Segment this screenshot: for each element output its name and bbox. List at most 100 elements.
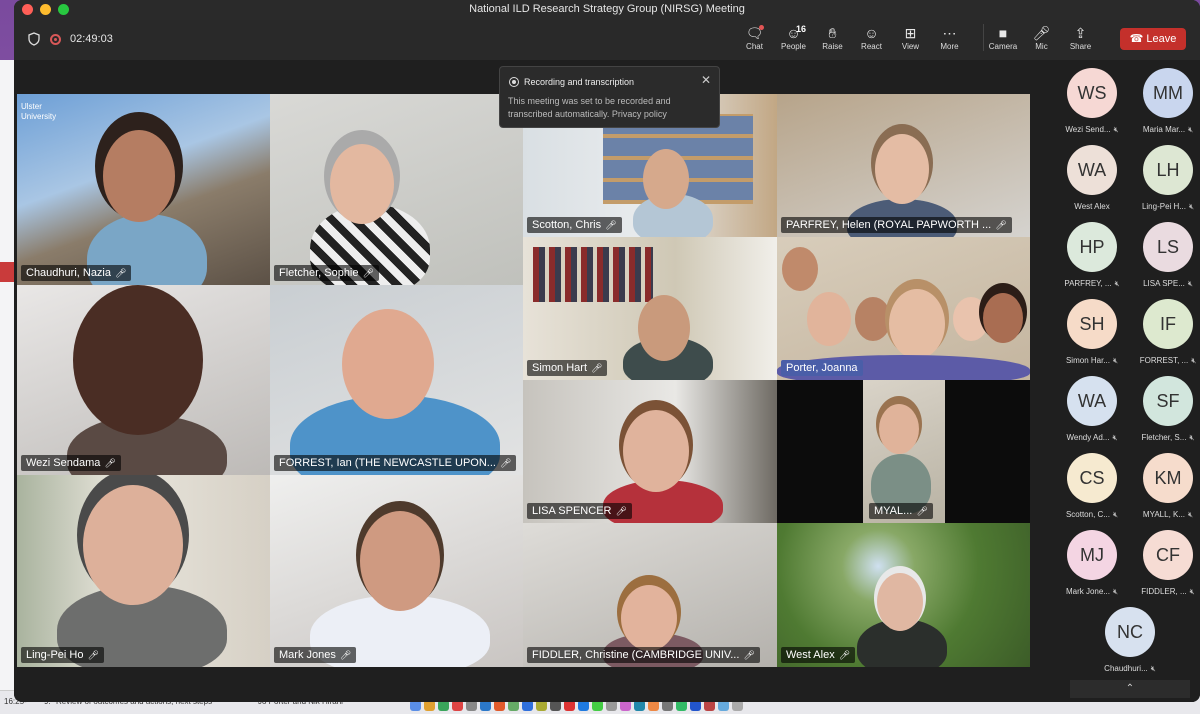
tile-name-label: PARFREY, Helen (ROYAL PAPWORTH ... 🎤︎	[781, 217, 1012, 233]
chat-icon: 🗨︎	[745, 25, 764, 41]
participant-avatar[interactable]: HP PARFREY, ... 🔇︎	[1054, 222, 1130, 289]
recording-notification: Recording and transcription ✕ This meeti…	[499, 66, 720, 128]
chevron-up-icon: ⌃	[1125, 683, 1135, 694]
participant-avatar[interactable]: IF FORREST, ... 🔇︎	[1130, 299, 1200, 366]
video-tile[interactable]: PARFREY, Helen (ROYAL PAPWORTH ... 🎤︎	[777, 94, 1030, 237]
chat-button[interactable]: 🗨︎ Chat	[735, 24, 774, 51]
participant-avatar[interactable]: MJ Mark Jone... 🔇︎	[1054, 530, 1130, 597]
meeting-toolbar: 02:49:03 🗨︎ Chat ☺ 16 People ✋︎ Raise ☺ R…	[14, 20, 1200, 60]
participant-avatar[interactable]: SF Fletcher, S... 🔇︎	[1130, 376, 1200, 443]
notification-body: This meeting was set to be recorded and …	[508, 96, 671, 119]
mic-icon: 🎤︎	[362, 268, 374, 278]
mic-icon: 🎤︎	[1032, 25, 1051, 41]
participant-face	[638, 295, 690, 361]
participant-avatar[interactable]: WA Wendy Ad... 🔇︎	[1054, 376, 1130, 443]
chat-unread-dot	[759, 25, 764, 30]
video-tile[interactable]: West Alex 🎤︎	[777, 523, 1030, 667]
participant-roster: WS Wezi Send... 🔇︎ MM Maria Mar... 🔇︎ WA West…	[1034, 60, 1200, 702]
participant-face	[782, 247, 818, 291]
mic-icon: 🎤︎	[591, 363, 603, 373]
avatar-circle: SH	[1067, 299, 1117, 349]
close-icon[interactable]: ✕	[701, 73, 711, 87]
participant-avatar[interactable]: LS LISA SPE... 🔇︎	[1130, 222, 1200, 289]
tile-name-label: LISA SPENCER 🎤︎	[527, 503, 632, 519]
avatar-label: LISA SPE...	[1143, 279, 1185, 288]
meeting-timer: 02:49:03	[70, 33, 113, 45]
phone-icon: ☎︎	[1129, 33, 1147, 45]
leave-button[interactable]: ☎︎ Leave	[1120, 28, 1186, 50]
more-button[interactable]: ⋯ More	[930, 24, 969, 51]
video-tile[interactable]: Ling-Pei Ho 🎤︎	[17, 475, 270, 667]
mic-icon: 🎤︎	[995, 220, 1007, 230]
video-tile[interactable]: Ulster University Chaudhuri, Nazia 🎤︎	[17, 94, 270, 285]
avatar-circle: KM	[1143, 453, 1193, 503]
share-label: Share	[1069, 42, 1092, 51]
view-button[interactable]: ⊞ View	[891, 24, 930, 51]
video-tile[interactable]: Simon Hart 🎤︎	[523, 237, 777, 380]
participant-face	[807, 292, 851, 346]
video-tile[interactable]: FORREST, Ian (THE NEWCASTLE UPON... 🎤︎	[270, 285, 523, 475]
mic-muted-icon: 🔇︎	[1114, 279, 1120, 288]
avatar-label: Fletcher, S...	[1141, 433, 1187, 442]
video-tile[interactable]: LISA SPENCER 🎤︎	[523, 380, 777, 523]
video-grid: Ulster University Chaudhuri, Nazia 🎤︎ Fle…	[14, 60, 1034, 702]
avatar-circle: CS	[1067, 453, 1117, 503]
participant-face	[877, 573, 923, 631]
camera-button[interactable]: ■ Camera	[983, 24, 1022, 51]
mic-icon: 🎤︎	[916, 506, 928, 516]
more-icon: ⋯	[942, 25, 957, 41]
participant-avatar[interactable]: CF FIDDLER, ... 🔇︎	[1130, 530, 1200, 597]
video-tile[interactable]: Fletcher, Sophie 🎤︎	[270, 94, 523, 285]
participant-face	[983, 293, 1023, 343]
participant-avatar[interactable]: NC Chaudhuri... 🔇︎	[1092, 607, 1168, 674]
raise-hand-button[interactable]: ✋︎ Raise	[813, 24, 852, 51]
participant-face	[621, 585, 677, 651]
mic-muted-icon: 🔇︎	[1112, 587, 1119, 596]
mic-muted-icon: 🔇︎	[1188, 125, 1194, 134]
mic-button[interactable]: 🎤︎ Mic	[1022, 24, 1061, 51]
share-button[interactable]: ⇪ Share	[1061, 24, 1100, 51]
avatar-circle: NC	[1105, 607, 1155, 657]
participant-avatar[interactable]: MM Maria Mar... 🔇︎	[1130, 68, 1200, 135]
avatar-label: West Alex	[1074, 202, 1110, 211]
shield-icon[interactable]	[28, 32, 40, 46]
avatar-label: Chaudhuri...	[1104, 664, 1148, 673]
video-tile[interactable]: FIDDLER, Christine (CAMBRIDGE UNIV... 🎤︎	[523, 523, 777, 667]
avatar-label: Wendy Ad...	[1066, 433, 1110, 442]
avatar-label: Scotton, C...	[1065, 510, 1110, 519]
view-label: View	[901, 42, 920, 51]
tile-name-label: Wezi Sendama 🎤︎	[21, 455, 121, 471]
video-tile[interactable]: Mark Jones 🎤︎	[270, 475, 523, 667]
mic-icon: 🎤︎	[605, 220, 617, 230]
participant-face	[83, 485, 183, 605]
avatar-circle: IF	[1143, 299, 1193, 349]
participant-avatar[interactable]: KM MYALL, K... 🔇︎	[1130, 453, 1200, 520]
people-button[interactable]: ☺ 16 People	[774, 24, 813, 51]
participant-avatar[interactable]: WA West Alex	[1054, 145, 1130, 211]
mic-muted-icon: 🔇︎	[1188, 510, 1194, 519]
participant-count: 16	[796, 24, 807, 34]
participant-avatar[interactable]: LH Ling-Pei H... 🔇︎	[1130, 145, 1200, 212]
video-tile[interactable]: MYAL... 🎤︎	[777, 380, 1030, 523]
avatar-circle: SF	[1143, 376, 1193, 426]
video-tile[interactable]: Porter, Joanna	[777, 237, 1030, 380]
video-tile[interactable]: Wezi Sendama 🎤︎	[17, 285, 270, 475]
participant-avatar[interactable]: CS Scotton, C... 🔇︎	[1054, 453, 1130, 520]
mic-icon: 🎤︎	[499, 458, 512, 468]
participant-face	[360, 511, 440, 611]
camera-icon: ■	[998, 25, 1008, 41]
participant-face	[855, 297, 891, 341]
chat-label: Chat	[746, 42, 763, 51]
tile-name-label: Ling-Pei Ho 🎤︎	[21, 647, 104, 663]
mic-muted-icon: 🔇︎	[1112, 433, 1118, 442]
participant-avatar[interactable]: SH Simon Har... 🔇︎	[1054, 299, 1130, 366]
mic-muted-icon: 🔇︎	[1187, 279, 1193, 288]
dock[interactable]	[410, 700, 800, 714]
mic-muted-icon: 🔇︎	[1112, 510, 1119, 519]
react-button[interactable]: ☺ React	[852, 24, 891, 51]
avatar-label: Mark Jone...	[1065, 587, 1110, 596]
participant-face	[73, 285, 203, 435]
scroll-up-button[interactable]: ⌃	[1070, 680, 1190, 698]
bookshelf	[533, 247, 653, 302]
participant-avatar[interactable]: WS Wezi Send... 🔇︎	[1054, 68, 1130, 135]
